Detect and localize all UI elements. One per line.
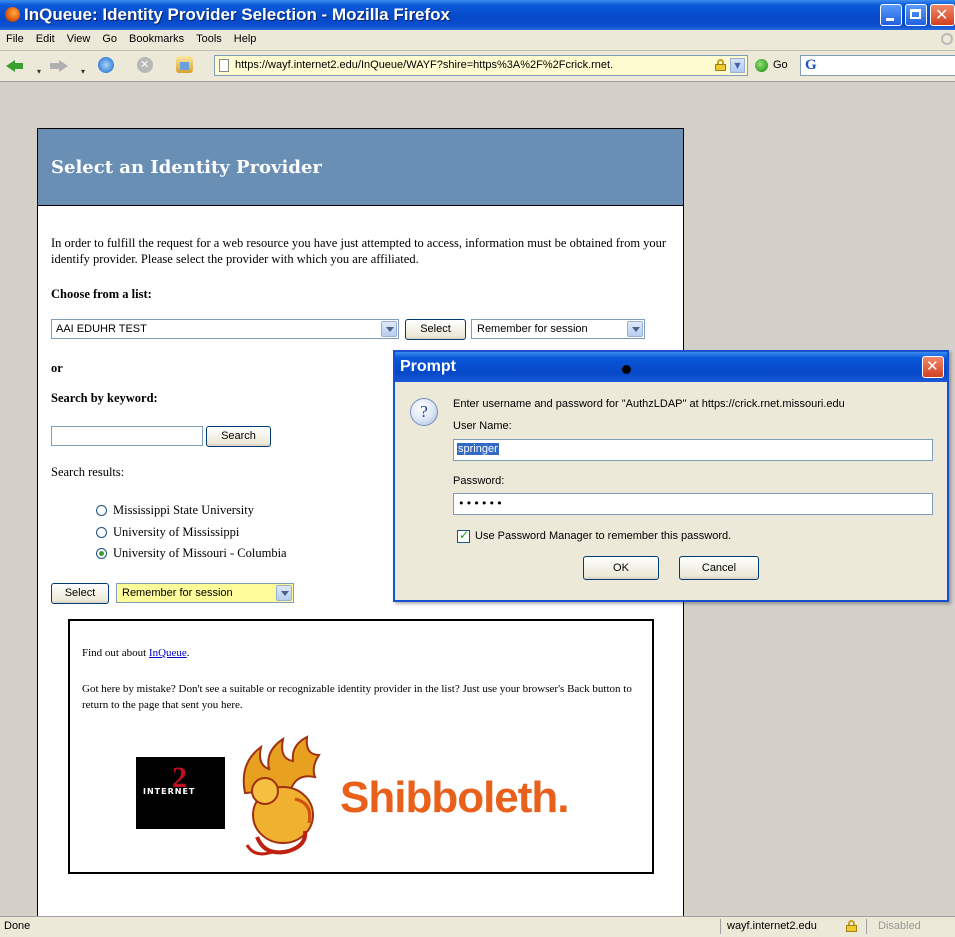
popup-status[interactable]: Disabled bbox=[878, 920, 921, 932]
forward-button[interactable]: ▾ bbox=[48, 55, 85, 77]
result-label[interactable]: University of Mississippi bbox=[113, 525, 239, 540]
username-value[interactable]: springer bbox=[457, 443, 499, 455]
status-domain[interactable]: wayf.internet2.edu bbox=[727, 920, 817, 932]
prompt-title: Prompt bbox=[400, 358, 456, 375]
menu-help[interactable]: Help bbox=[228, 30, 263, 45]
prompt-close-button[interactable] bbox=[922, 356, 944, 378]
prompt-titlebar[interactable]: Prompt bbox=[395, 352, 947, 382]
page-viewport: Select an Identity Provider In order to … bbox=[0, 82, 955, 916]
internet2-logo-text: INTERNET bbox=[143, 787, 196, 796]
window-title: InQueue: Identity Provider Selection - M… bbox=[24, 5, 451, 24]
remember-password-checkbox[interactable] bbox=[457, 528, 470, 543]
stop-button[interactable] bbox=[135, 55, 157, 77]
or-label: or bbox=[51, 361, 63, 375]
remember-select[interactable]: Remember for session bbox=[471, 319, 645, 339]
remember-password-label[interactable]: Use Password Manager to remember this pa… bbox=[475, 530, 731, 542]
intro-text: In order to fulfill the request for a we… bbox=[51, 236, 667, 266]
remember-results-select[interactable]: Remember for session bbox=[116, 583, 294, 603]
password-value[interactable]: •••••• bbox=[458, 497, 504, 510]
status-divider bbox=[866, 919, 867, 934]
find-out-prefix: Find out about bbox=[82, 647, 149, 659]
firefox-icon bbox=[5, 7, 20, 22]
page-icon bbox=[219, 59, 229, 72]
status-divider bbox=[720, 919, 721, 934]
inqueue-link[interactable]: InQueue bbox=[149, 647, 187, 659]
forward-dropdown-icon[interactable]: ▾ bbox=[81, 67, 85, 76]
minimize-button[interactable] bbox=[880, 4, 902, 26]
remember-select-value: Remember for session bbox=[477, 323, 588, 335]
status-text: Done bbox=[4, 920, 31, 932]
username-input[interactable]: springer bbox=[453, 439, 933, 461]
find-out-suffix: . bbox=[186, 647, 190, 659]
question-icon: ? bbox=[410, 398, 438, 426]
menu-view[interactable]: View bbox=[61, 30, 97, 45]
menu-bookmarks[interactable]: Bookmarks bbox=[123, 30, 190, 45]
find-out-text: Find out about InQueue. bbox=[82, 647, 190, 659]
lock-icon[interactable] bbox=[846, 920, 857, 935]
info-box: Find out about InQueue. Got here by mist… bbox=[68, 619, 654, 874]
menu-go[interactable]: Go bbox=[96, 30, 123, 45]
cancel-button[interactable]: Cancel bbox=[679, 556, 759, 580]
throbber-icon bbox=[941, 33, 953, 45]
google-icon[interactable]: G bbox=[805, 58, 819, 73]
prompt-message: Enter username and password for "AuthzLD… bbox=[453, 398, 845, 410]
select-button[interactable]: Select bbox=[405, 319, 466, 340]
window-titlebar[interactable]: InQueue: Identity Provider Selection - M… bbox=[0, 0, 955, 30]
url-text[interactable]: https://wayf.internet2.edu/InQueue/WAYF?… bbox=[235, 59, 613, 71]
internet2-logo: 2 INTERNET bbox=[136, 757, 225, 829]
radio-button[interactable] bbox=[96, 527, 107, 538]
menu-tools[interactable]: Tools bbox=[190, 30, 228, 45]
provider-select-value: AAI EDUHR TEST bbox=[56, 323, 147, 335]
radio-button[interactable] bbox=[96, 505, 107, 516]
password-label: Password: bbox=[453, 475, 505, 487]
shibboleth-wordmark: Shibboleth. bbox=[340, 773, 570, 822]
status-bar: Done wayf.internet2.edu Disabled bbox=[0, 916, 955, 937]
ok-button[interactable]: OK bbox=[583, 556, 659, 580]
search-button[interactable]: Search bbox=[206, 426, 271, 447]
url-bar[interactable]: https://wayf.internet2.edu/InQueue/WAYF?… bbox=[214, 55, 748, 76]
web-search-input[interactable]: G bbox=[800, 55, 955, 76]
keyword-heading: Search by keyword: bbox=[51, 391, 158, 405]
choose-heading: Choose from a list: bbox=[51, 287, 152, 301]
page-header: Select an Identity Provider bbox=[38, 129, 683, 206]
chevron-down-icon[interactable] bbox=[276, 585, 292, 601]
lock-icon[interactable] bbox=[715, 59, 726, 71]
menu-bar: File Edit View Go Bookmarks Tools Help bbox=[0, 30, 955, 51]
chevron-down-icon[interactable] bbox=[627, 321, 643, 337]
select-results-button[interactable]: Select bbox=[51, 583, 109, 604]
back-dropdown-icon[interactable]: ▾ bbox=[37, 67, 41, 76]
home-button[interactable] bbox=[174, 55, 196, 77]
cursor-dot-icon bbox=[622, 365, 631, 374]
password-input[interactable]: •••••• bbox=[453, 493, 933, 515]
navigation-toolbar: ▾ ▾ https://wayf.internet2.edu/InQueue/W… bbox=[0, 51, 955, 82]
url-history-dropdown[interactable]: ▼ bbox=[730, 58, 745, 73]
result-label[interactable]: Mississippi State University bbox=[113, 503, 254, 518]
login-prompt-dialog: Prompt ? Enter username and password for… bbox=[393, 350, 949, 602]
menu-edit[interactable]: Edit bbox=[30, 30, 61, 45]
close-window-button[interactable] bbox=[930, 4, 955, 26]
go-icon bbox=[755, 59, 768, 72]
maximize-button[interactable] bbox=[905, 4, 927, 26]
keyword-search-input[interactable] bbox=[51, 426, 203, 446]
provider-select[interactable]: AAI EDUHR TEST bbox=[51, 319, 399, 339]
remember-results-value: Remember for session bbox=[122, 587, 233, 599]
username-label: User Name: bbox=[453, 420, 512, 432]
radio-button-selected[interactable] bbox=[96, 548, 107, 559]
go-label: Go bbox=[773, 59, 788, 71]
chevron-down-icon[interactable] bbox=[381, 321, 397, 337]
search-results-label: Search results: bbox=[51, 465, 125, 479]
back-button[interactable]: ▾ bbox=[4, 55, 41, 77]
reload-button[interactable] bbox=[96, 55, 118, 77]
shibboleth-griffin-icon bbox=[242, 735, 321, 856]
mistake-text: Got here by mistake? Don't see a suitabl… bbox=[82, 683, 632, 711]
result-label[interactable]: University of Missouri - Columbia bbox=[113, 546, 287, 561]
menu-file[interactable]: File bbox=[0, 30, 30, 45]
page-title: Select an Identity Provider bbox=[51, 157, 322, 178]
